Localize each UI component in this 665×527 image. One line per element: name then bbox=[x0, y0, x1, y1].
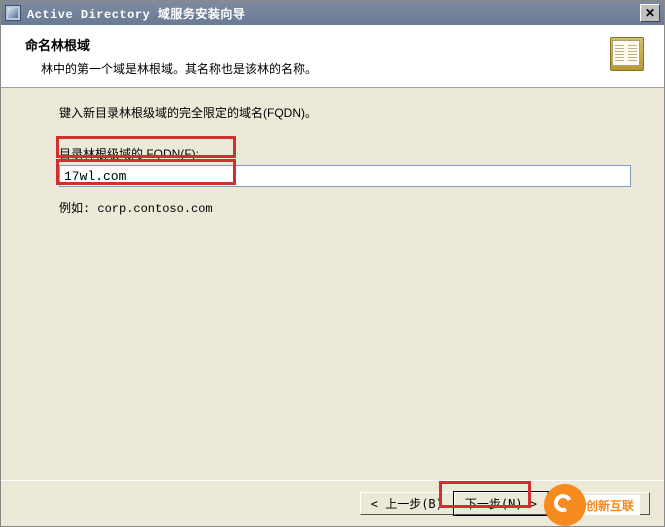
page-subtitle: 林中的第一个域是林根域。其名称也是该林的名称。 bbox=[41, 60, 548, 77]
next-button[interactable]: 下一步(N) > bbox=[454, 492, 548, 515]
watermark: 创新互联 bbox=[544, 484, 664, 526]
wizard-window: Active Directory 域服务安装向导 ✕ 命名林根域 林中的第一个域… bbox=[0, 0, 665, 527]
fqdn-input[interactable] bbox=[59, 165, 631, 187]
instruction-text: 键入新目录林根级域的完全限定的域名(FQDN)。 bbox=[59, 104, 636, 121]
wizard-header: 命名林根域 林中的第一个域是林根域。其名称也是该林的名称。 bbox=[1, 25, 664, 88]
fqdn-label: 目录林根级域的 FQDN(F): bbox=[59, 145, 199, 162]
watermark-logo-icon bbox=[544, 484, 586, 526]
close-button[interactable]: ✕ bbox=[640, 4, 660, 22]
wizard-header-text: 命名林根域 林中的第一个域是林根域。其名称也是该林的名称。 bbox=[25, 35, 608, 77]
window-title: Active Directory 域服务安装向导 bbox=[27, 5, 640, 22]
back-button[interactable]: < 上一步(B) bbox=[360, 492, 454, 515]
watermark-text: 创新互联 bbox=[580, 495, 640, 515]
example-text: 例如: corp.contoso.com bbox=[59, 199, 636, 216]
titlebar[interactable]: Active Directory 域服务安装向导 ✕ bbox=[1, 1, 664, 25]
app-icon bbox=[5, 5, 21, 21]
wizard-content: 键入新目录林根级域的完全限定的域名(FQDN)。 目录林根级域的 FQDN(F)… bbox=[1, 88, 664, 480]
page-title: 命名林根域 bbox=[25, 35, 608, 54]
book-icon bbox=[608, 35, 648, 75]
